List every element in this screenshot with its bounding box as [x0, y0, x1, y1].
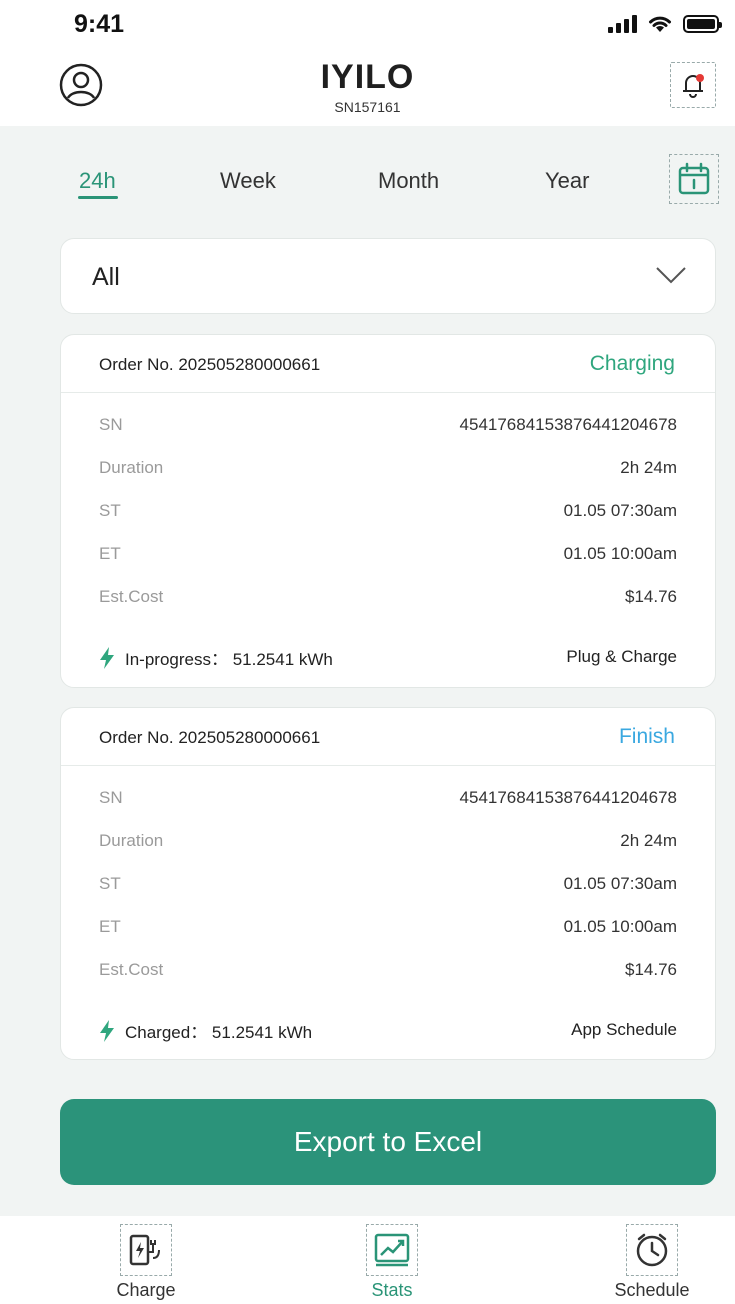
- device-serial: SN157161: [334, 99, 401, 115]
- lightning-icon: [100, 646, 114, 669]
- status-icons: [608, 14, 722, 34]
- nav-charge-icon-frame: [120, 1224, 172, 1276]
- order-field-est-cost: Est.Cost $14.76: [99, 960, 677, 984]
- charge-mode: App Schedule: [571, 1020, 677, 1039]
- cellular-signal-icon: [608, 15, 637, 33]
- nav-schedule-label: Schedule: [614, 1280, 690, 1300]
- charger-filter-dropdown[interactable]: All: [60, 238, 716, 314]
- field-label: Duration: [99, 831, 164, 850]
- energy-label: In-progress： 51.2541 kWh: [125, 650, 333, 669]
- export-to-excel-button[interactable]: Export to Excel: [60, 1099, 716, 1185]
- order-field-start-time: ST 01.05 07:30am: [99, 874, 677, 898]
- order-number: Order No. 202505280000661: [99, 355, 321, 374]
- nav-stats-icon-frame: [366, 1224, 418, 1276]
- field-value: 2h 24m: [620, 831, 677, 850]
- field-value: 2h 24m: [620, 458, 677, 477]
- battery-icon: [683, 15, 722, 33]
- lightning-icon: [100, 1019, 114, 1042]
- active-tab-indicator: [78, 196, 118, 199]
- nav-charge[interactable]: Charge: [91, 1224, 201, 1301]
- field-value: 01.05 10:00am: [563, 544, 677, 563]
- bottom-navigation: Charge Stats Schedule: [0, 1216, 735, 1304]
- order-field-start-time: ST 01.05 07:30am: [99, 501, 677, 525]
- nav-charge-label: Charge: [116, 1280, 176, 1300]
- field-label: Est.Cost: [99, 960, 164, 979]
- field-value: 01.05 07:30am: [563, 874, 677, 893]
- order-field-end-time: ET 01.05 10:00am: [99, 917, 677, 941]
- status-time: 9:41: [74, 10, 125, 38]
- wifi-icon: [649, 16, 671, 32]
- field-label: SN: [99, 788, 123, 807]
- nav-schedule[interactable]: Schedule: [597, 1224, 707, 1301]
- brand-logo: IYILO: [320, 58, 415, 96]
- tab-month[interactable]: Month: [378, 168, 439, 194]
- field-value: $14.76: [625, 587, 677, 606]
- order-number: Order No. 202505280000661: [99, 728, 321, 747]
- order-field-end-time: ET 01.05 10:00am: [99, 544, 677, 568]
- field-label: Duration: [99, 458, 164, 477]
- tab-year[interactable]: Year: [545, 168, 589, 194]
- energy-label: Charged： 51.2541 kWh: [125, 1023, 313, 1042]
- field-label: ET: [99, 917, 121, 936]
- nav-stats-label: Stats: [371, 1280, 413, 1300]
- charger-icon: [129, 1234, 160, 1266]
- field-value: 45417684153876441204678: [459, 415, 677, 434]
- field-value: 01.05 07:30am: [563, 501, 677, 520]
- order-card[interactable]: Order No. 202505280000661 Finish SN 4541…: [60, 707, 716, 1060]
- field-label: ET: [99, 544, 121, 563]
- order-card-footer: Charged： 51.2541 kWh App Schedule: [99, 1018, 677, 1044]
- order-field-duration: Duration 2h 24m: [99, 458, 677, 482]
- order-field-duration: Duration 2h 24m: [99, 831, 677, 855]
- order-status-badge: Finish: [618, 725, 675, 748]
- order-card-header: Order No. 202505280000661 Finish: [61, 708, 715, 766]
- chevron-down-icon: [656, 267, 686, 284]
- field-value: 45417684153876441204678: [459, 788, 677, 807]
- order-field-sn: SN 45417684153876441204678: [99, 788, 677, 812]
- field-label: Est.Cost: [99, 587, 164, 606]
- field-value: $14.76: [625, 960, 677, 979]
- field-label: SN: [99, 415, 123, 434]
- order-card[interactable]: Order No. 202505280000661 Charging SN 45…: [60, 334, 716, 688]
- stats-chart-icon: [374, 1233, 410, 1267]
- order-card-footer: In-progress： 51.2541 kWh Plug & Charge: [99, 645, 677, 671]
- charge-mode: Plug & Charge: [566, 647, 677, 666]
- order-field-sn: SN 45417684153876441204678: [99, 415, 677, 439]
- bell-icon: [683, 74, 704, 98]
- order-status-badge: Charging: [589, 352, 675, 375]
- order-field-est-cost: Est.Cost $14.76: [99, 587, 677, 611]
- field-label: ST: [99, 501, 121, 520]
- calendar-icon: [678, 162, 710, 195]
- field-value: 01.05 10:00am: [563, 917, 677, 936]
- tab-24h[interactable]: 24h: [79, 168, 116, 194]
- dropdown-selected-value: All: [92, 263, 120, 291]
- nav-stats[interactable]: Stats: [337, 1224, 447, 1301]
- clock-icon: [636, 1233, 668, 1267]
- top-bar: 9:41 IYILO SN157161: [0, 0, 735, 126]
- order-card-header: Order No. 202505280000661 Charging: [61, 335, 715, 393]
- notification-button[interactable]: [670, 62, 716, 108]
- nav-schedule-icon-frame: [626, 1224, 678, 1276]
- field-label: ST: [99, 874, 121, 893]
- tab-week[interactable]: Week: [220, 168, 276, 194]
- calendar-button[interactable]: [669, 154, 719, 204]
